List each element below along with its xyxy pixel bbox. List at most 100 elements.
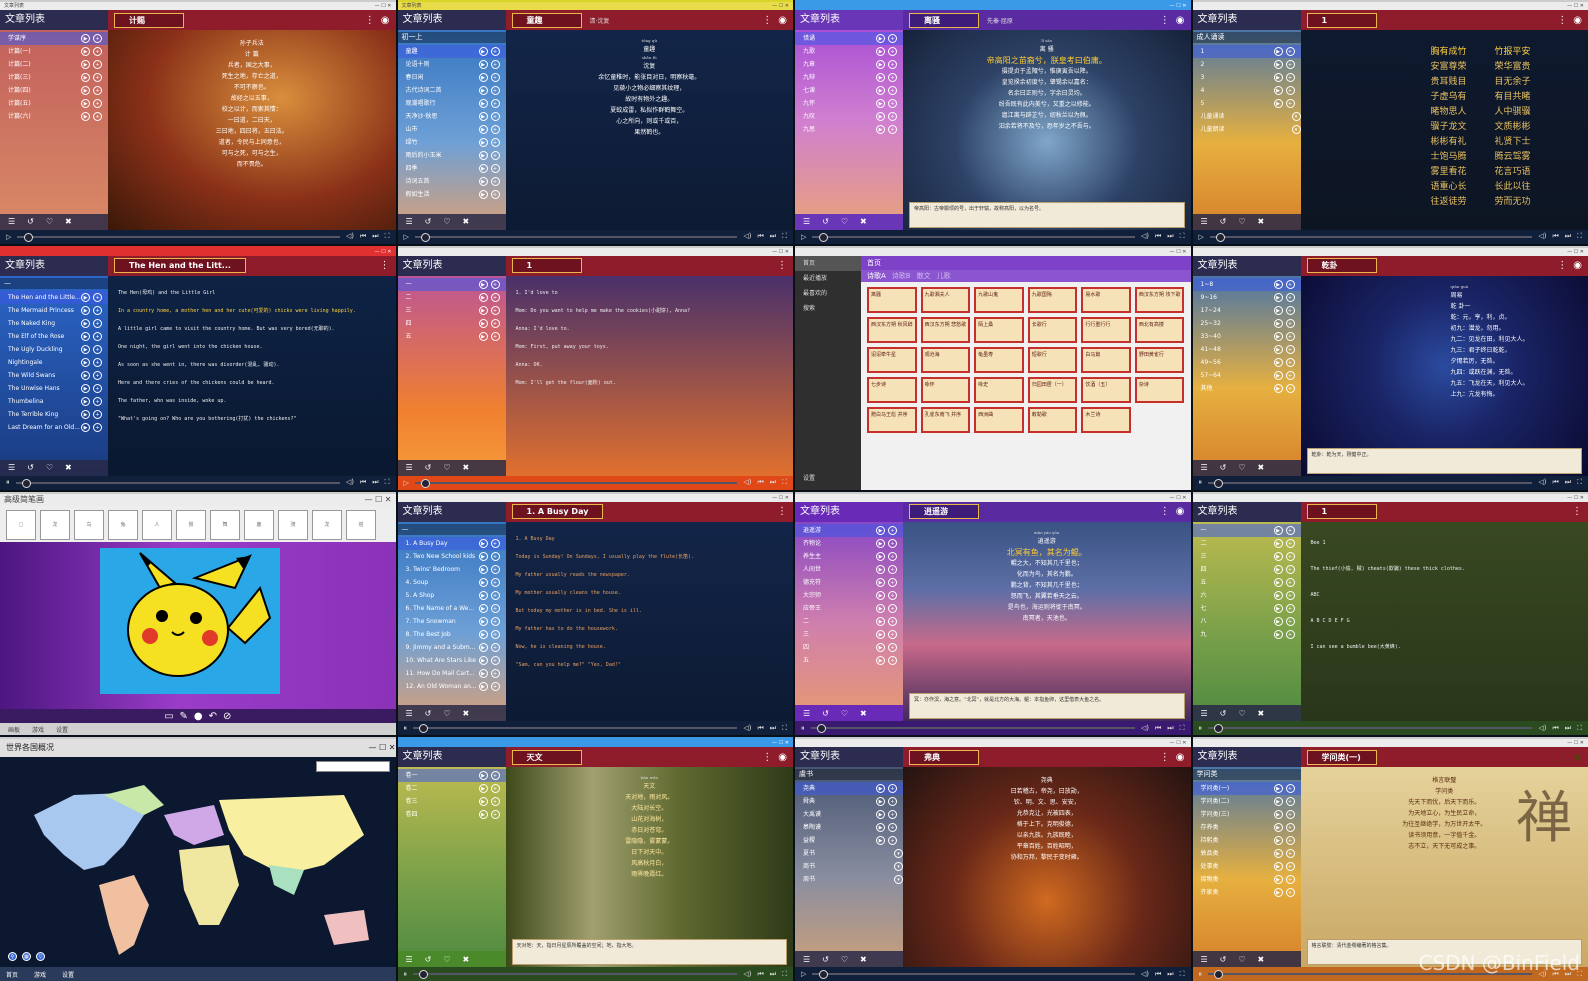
play-icon[interactable]: ▶ — [81, 344, 90, 354]
category-tab[interactable]: 诗歌B — [892, 270, 911, 282]
list-icon[interactable]: ☰ — [406, 955, 413, 964]
play-icon[interactable]: ▷ — [801, 970, 806, 978]
list-item[interactable]: 计篇(五) ▶ + — [0, 97, 108, 110]
list-item[interactable]: 4 ▶ + — [1193, 84, 1301, 97]
list-item[interactable]: 齐物论 ▶ + — [795, 537, 903, 550]
play-icon[interactable]: ▶ — [478, 73, 488, 82]
list-item[interactable]: 4. Soup ▶ + — [398, 576, 506, 589]
list-item[interactable]: 五 ▶ + — [795, 654, 903, 667]
add-icon[interactable]: + — [93, 60, 102, 69]
add-icon[interactable]: + — [1285, 564, 1295, 574]
heart-icon[interactable]: ♡ — [46, 463, 53, 472]
play-icon[interactable]: ▶ — [1273, 784, 1283, 794]
list-item[interactable]: 四季 ▶ + — [398, 162, 506, 175]
list-item[interactable]: 观潮唱歌行 ▶ + — [398, 97, 506, 110]
play-icon[interactable]: ▶ — [876, 34, 885, 43]
play-icon[interactable]: ▶ — [876, 73, 885, 82]
play-icon[interactable]: ▶ — [81, 292, 90, 302]
play-icon[interactable]: ▶ — [876, 655, 885, 665]
list-item[interactable]: 持躬类 ▶ + — [1193, 834, 1301, 847]
play-icon[interactable]: ▶ — [478, 771, 488, 781]
add-icon[interactable]: + — [490, 138, 500, 147]
list-icon[interactable]: ☰ — [803, 217, 810, 226]
tools-icon[interactable]: ✖ — [65, 217, 72, 226]
list-item[interactable]: 五 ▶ + — [1193, 576, 1301, 589]
pause-icon[interactable]: ⏸ — [404, 970, 408, 979]
volume-icon[interactable]: ◁) — [743, 724, 751, 733]
list-item[interactable]: 学问类(二) ▶ + — [1193, 795, 1301, 808]
list-item[interactable]: 6. The Name of a We... ▶ + — [398, 602, 506, 615]
progress-slider[interactable] — [812, 232, 1135, 242]
add-icon[interactable]: + — [490, 164, 500, 173]
add-icon[interactable]: + — [490, 771, 500, 781]
progress-slider[interactable] — [812, 970, 1135, 979]
template-thumbnail[interactable]: 龙 — [312, 509, 342, 540]
grid-icon[interactable]: ▦ — [22, 952, 31, 961]
menu-icon[interactable]: ⋮ — [380, 260, 390, 271]
play-icon[interactable]: ▶ — [81, 370, 90, 380]
next-icon[interactable]: ⏭ — [372, 478, 378, 487]
add-icon[interactable]: + — [1285, 810, 1295, 820]
category-dropdown[interactable]: — — [0, 277, 108, 289]
fullscreen-icon[interactable]: ⛶ — [1577, 478, 1582, 487]
add-icon[interactable]: + — [888, 112, 897, 121]
category-dropdown[interactable]: — — [397, 523, 506, 535]
play-icon[interactable]: ▷ — [1199, 233, 1204, 241]
list-item[interactable]: 学问类(三) ▶ + — [1193, 808, 1301, 821]
list-item[interactable]: 齐家类 ▶ + — [1193, 886, 1301, 899]
list-item[interactable]: 41~48 ▶ + — [1193, 343, 1301, 356]
add-icon[interactable]: + — [1285, 344, 1295, 354]
poem-card[interactable]: 西汉东方朔 垓下歌 — [1134, 286, 1185, 313]
list-item[interactable]: 九思 ▶ + — [795, 123, 903, 136]
template-thumbnail[interactable]: 骑 — [278, 509, 308, 540]
pause-icon[interactable]: ⏸ — [1199, 478, 1203, 487]
list-item[interactable]: 学谋序 ▶ + — [0, 32, 108, 45]
next-icon[interactable]: ⏭ — [1167, 724, 1173, 733]
heart-icon[interactable]: ♡ — [841, 709, 848, 718]
list-item[interactable]: 六 ▶ + — [1193, 589, 1301, 602]
nav-tab[interactable]: 设置 — [62, 970, 74, 979]
play-icon[interactable]: ▶ — [1273, 370, 1283, 380]
list-item[interactable]: 二 ▶ + — [398, 291, 506, 304]
eye-icon[interactable]: ◉ — [778, 752, 787, 763]
template-thumbnail[interactable]: 鹿 — [244, 509, 274, 540]
list-item[interactable]: The Ugly Duckling ▶ + — [0, 343, 108, 356]
add-icon[interactable]: + — [490, 603, 500, 613]
play-icon[interactable]: ▶ — [876, 551, 885, 561]
template-thumbnail[interactable]: □ — [6, 509, 36, 540]
add-icon[interactable]: + — [93, 112, 102, 121]
history-icon[interactable]: ↺ — [822, 709, 829, 718]
next-icon[interactable]: ⏭ — [770, 232, 776, 241]
category-tab[interactable]: 诗歌A — [867, 270, 886, 282]
add-icon[interactable]: + — [888, 590, 897, 600]
window-controls[interactable]: — ☐ ✕ — [369, 739, 396, 757]
add-icon[interactable]: + — [490, 279, 500, 289]
add-icon[interactable]: + — [1285, 823, 1295, 833]
list-icon[interactable]: ☰ — [803, 955, 810, 964]
list-item[interactable]: The Unwise Hans ▶ + — [0, 382, 108, 395]
play-icon[interactable]: ▶ — [1273, 603, 1283, 613]
play-icon[interactable]: ▶ — [1273, 292, 1283, 302]
eye-icon[interactable]: ◉ — [1176, 752, 1185, 763]
volume-icon[interactable]: ◁) — [743, 478, 751, 487]
fullscreen-icon[interactable]: ⛶ — [1180, 970, 1185, 979]
progress-slider[interactable] — [810, 724, 1135, 734]
add-icon[interactable]: + — [888, 99, 897, 108]
poem-card[interactable]: 西汉东方朔 悲愁歌 — [920, 316, 971, 343]
category-item[interactable]: 夏书 ▾ — [795, 847, 903, 860]
add-icon[interactable]: + — [888, 655, 897, 665]
play-icon[interactable]: ▶ — [1273, 577, 1283, 587]
add-icon[interactable]: + — [490, 60, 500, 69]
list-icon[interactable]: ☰ — [1201, 463, 1208, 472]
play-icon[interactable]: ▶ — [1273, 823, 1283, 833]
play-icon[interactable]: ▶ — [81, 73, 90, 82]
play-icon[interactable]: ▶ — [478, 655, 488, 665]
play-icon[interactable]: ▶ — [478, 603, 488, 613]
progress-slider[interactable] — [413, 724, 738, 734]
play-icon[interactable]: ▶ — [876, 538, 885, 548]
pause-icon[interactable]: ⏸ — [404, 724, 408, 733]
list-item[interactable]: 计篇(六) ▶ + — [0, 110, 108, 123]
fullscreen-icon[interactable]: ⛶ — [782, 970, 787, 979]
add-icon[interactable]: + — [888, 564, 897, 574]
add-icon[interactable]: + — [1285, 797, 1295, 807]
